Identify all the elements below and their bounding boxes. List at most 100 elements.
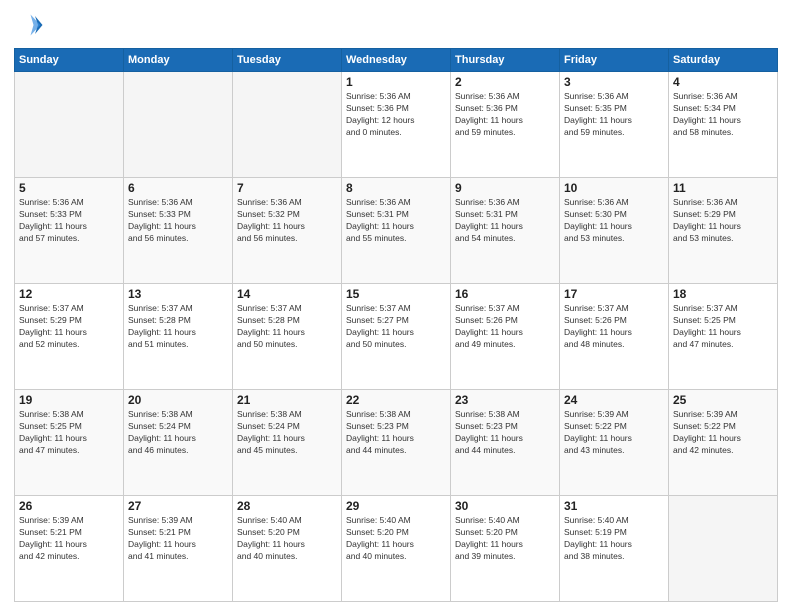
day-number: 29: [346, 499, 446, 513]
day-info: Sunrise: 5:38 AMSunset: 5:23 PMDaylight:…: [455, 409, 555, 457]
header: [14, 10, 778, 40]
day-number: 22: [346, 393, 446, 407]
calendar-cell: 31 Sunrise: 5:40 AMSunset: 5:19 PMDayligh…: [560, 496, 669, 602]
day-number: 15: [346, 287, 446, 301]
calendar-cell: 2Sunrise: 5:36 AMSunset: 5:36 PMDaylight…: [451, 72, 560, 178]
day-info: Sunrise: 5:39 AMSunset: 5:22 PMDaylight:…: [564, 409, 664, 457]
calendar-cell: 5 Sunrise: 5:36 AMSunset: 5:33 PMDaylight…: [15, 178, 124, 284]
day-info: Sunrise: 5:36 AMSunset: 5:32 PMDaylight:…: [237, 197, 337, 245]
day-info: Sunrise: 5:39 AMSunset: 5:21 PMDaylight:…: [19, 515, 119, 563]
calendar-cell: 30Sunrise: 5:40 AMSunset: 5:20 PMDayligh…: [451, 496, 560, 602]
calendar-cell: 3 Sunrise: 5:36 AMSunset: 5:35 PMDaylight…: [560, 72, 669, 178]
weekday-header-monday: Monday: [124, 49, 233, 72]
day-number: 27: [128, 499, 228, 513]
day-number: 11: [673, 181, 773, 195]
day-info: Sunrise: 5:36 AMSunset: 5:35 PMDaylight:…: [564, 91, 664, 139]
calendar-cell: 4Sunrise: 5:36 AMSunset: 5:34 PMDaylight…: [669, 72, 778, 178]
calendar-cell: [124, 72, 233, 178]
day-number: 28: [237, 499, 337, 513]
week-row-4: 19 Sunrise: 5:38 AMSunset: 5:25 PMDayligh…: [15, 390, 778, 496]
calendar-cell: 8 Sunrise: 5:36 AMSunset: 5:31 PMDaylight…: [342, 178, 451, 284]
logo-icon: [14, 10, 44, 40]
day-info: Sunrise: 5:40 AMSunset: 5:20 PMDaylight:…: [455, 515, 555, 563]
week-row-5: 26 Sunrise: 5:39 AMSunset: 5:21 PMDayligh…: [15, 496, 778, 602]
day-info: Sunrise: 5:39 AMSunset: 5:22 PMDaylight:…: [673, 409, 773, 457]
day-number: 4: [673, 75, 773, 89]
weekday-header-sunday: Sunday: [15, 49, 124, 72]
weekday-header-friday: Friday: [560, 49, 669, 72]
day-info: Sunrise: 5:36 AMSunset: 5:29 PMDaylight:…: [673, 197, 773, 245]
day-info: Sunrise: 5:40 AMSunset: 5:20 PMDaylight:…: [346, 515, 446, 563]
calendar-cell: 6Sunrise: 5:36 AMSunset: 5:33 PMDaylight…: [124, 178, 233, 284]
day-info: Sunrise: 5:38 AMSunset: 5:24 PMDaylight:…: [128, 409, 228, 457]
calendar-cell: [669, 496, 778, 602]
week-row-1: 1 Sunrise: 5:36 AMSunset: 5:36 PMDaylight…: [15, 72, 778, 178]
day-number: 25: [673, 393, 773, 407]
logo: [14, 10, 48, 40]
day-info: Sunrise: 5:39 AMSunset: 5:21 PMDaylight:…: [128, 515, 228, 563]
calendar-cell: 25 Sunrise: 5:39 AMSunset: 5:22 PMDayligh…: [669, 390, 778, 496]
day-number: 18: [673, 287, 773, 301]
calendar-cell: 18 Sunrise: 5:37 AMSunset: 5:25 PMDayligh…: [669, 284, 778, 390]
day-number: 23: [455, 393, 555, 407]
day-number: 12: [19, 287, 119, 301]
calendar-cell: 27 Sunrise: 5:39 AMSunset: 5:21 PMDayligh…: [124, 496, 233, 602]
day-number: 6: [128, 181, 228, 195]
day-number: 14: [237, 287, 337, 301]
day-number: 13: [128, 287, 228, 301]
calendar-cell: 13Sunrise: 5:37 AMSunset: 5:28 PMDayligh…: [124, 284, 233, 390]
day-number: 19: [19, 393, 119, 407]
day-number: 24: [564, 393, 664, 407]
day-info: Sunrise: 5:40 AMSunset: 5:20 PMDaylight:…: [237, 515, 337, 563]
calendar-cell: 16 Sunrise: 5:37 AMSunset: 5:26 PMDayligh…: [451, 284, 560, 390]
day-number: 31: [564, 499, 664, 513]
day-number: 1: [346, 75, 446, 89]
calendar-cell: [15, 72, 124, 178]
calendar-cell: 14 Sunrise: 5:37 AMSunset: 5:28 PMDayligh…: [233, 284, 342, 390]
day-number: 5: [19, 181, 119, 195]
day-info: Sunrise: 5:36 AMSunset: 5:31 PMDaylight:…: [346, 197, 446, 245]
calendar-cell: 24 Sunrise: 5:39 AMSunset: 5:22 PMDayligh…: [560, 390, 669, 496]
weekday-header-saturday: Saturday: [669, 49, 778, 72]
day-number: 9: [455, 181, 555, 195]
calendar-cell: 21 Sunrise: 5:38 AMSunset: 5:24 PMDayligh…: [233, 390, 342, 496]
calendar-cell: 20 Sunrise: 5:38 AMSunset: 5:24 PMDayligh…: [124, 390, 233, 496]
day-info: Sunrise: 5:38 AMSunset: 5:25 PMDaylight:…: [19, 409, 119, 457]
day-number: 7: [237, 181, 337, 195]
day-info: Sunrise: 5:37 AMSunset: 5:25 PMDaylight:…: [673, 303, 773, 351]
day-info: Sunrise: 5:36 AMSunset: 5:33 PMDaylight:…: [19, 197, 119, 245]
day-number: 3: [564, 75, 664, 89]
weekday-header-row: SundayMondayTuesdayWednesdayThursdayFrid…: [15, 49, 778, 72]
page: SundayMondayTuesdayWednesdayThursdayFrid…: [0, 0, 792, 612]
day-number: 8: [346, 181, 446, 195]
calendar-cell: 11 Sunrise: 5:36 AMSunset: 5:29 PMDayligh…: [669, 178, 778, 284]
day-number: 21: [237, 393, 337, 407]
day-info: Sunrise: 5:36 AMSunset: 5:36 PMDaylight:…: [346, 91, 446, 139]
calendar-cell: [233, 72, 342, 178]
weekday-header-tuesday: Tuesday: [233, 49, 342, 72]
day-info: Sunrise: 5:37 AMSunset: 5:28 PMDaylight:…: [237, 303, 337, 351]
day-info: Sunrise: 5:36 AMSunset: 5:31 PMDaylight:…: [455, 197, 555, 245]
day-info: Sunrise: 5:40 AMSunset: 5:19 PMDaylight:…: [564, 515, 664, 563]
day-number: 16: [455, 287, 555, 301]
weekday-header-thursday: Thursday: [451, 49, 560, 72]
calendar-cell: 28 Sunrise: 5:40 AMSunset: 5:20 PMDayligh…: [233, 496, 342, 602]
calendar-cell: 29 Sunrise: 5:40 AMSunset: 5:20 PMDayligh…: [342, 496, 451, 602]
calendar-cell: 15 Sunrise: 5:37 AMSunset: 5:27 PMDayligh…: [342, 284, 451, 390]
day-info: Sunrise: 5:36 AMSunset: 5:30 PMDaylight:…: [564, 197, 664, 245]
day-info: Sunrise: 5:38 AMSunset: 5:24 PMDaylight:…: [237, 409, 337, 457]
calendar-cell: 19 Sunrise: 5:38 AMSunset: 5:25 PMDayligh…: [15, 390, 124, 496]
day-info: Sunrise: 5:37 AMSunset: 5:26 PMDaylight:…: [455, 303, 555, 351]
day-number: 17: [564, 287, 664, 301]
week-row-2: 5 Sunrise: 5:36 AMSunset: 5:33 PMDaylight…: [15, 178, 778, 284]
calendar-cell: 10Sunrise: 5:36 AMSunset: 5:30 PMDayligh…: [560, 178, 669, 284]
calendar-table: SundayMondayTuesdayWednesdayThursdayFrid…: [14, 48, 778, 602]
calendar-cell: 26 Sunrise: 5:39 AMSunset: 5:21 PMDayligh…: [15, 496, 124, 602]
calendar-cell: 7 Sunrise: 5:36 AMSunset: 5:32 PMDaylight…: [233, 178, 342, 284]
calendar-cell: 9 Sunrise: 5:36 AMSunset: 5:31 PMDaylight…: [451, 178, 560, 284]
day-number: 20: [128, 393, 228, 407]
week-row-3: 12Sunrise: 5:37 AMSunset: 5:29 PMDayligh…: [15, 284, 778, 390]
day-info: Sunrise: 5:37 AMSunset: 5:27 PMDaylight:…: [346, 303, 446, 351]
day-number: 26: [19, 499, 119, 513]
day-info: Sunrise: 5:36 AMSunset: 5:36 PMDaylight:…: [455, 91, 555, 139]
